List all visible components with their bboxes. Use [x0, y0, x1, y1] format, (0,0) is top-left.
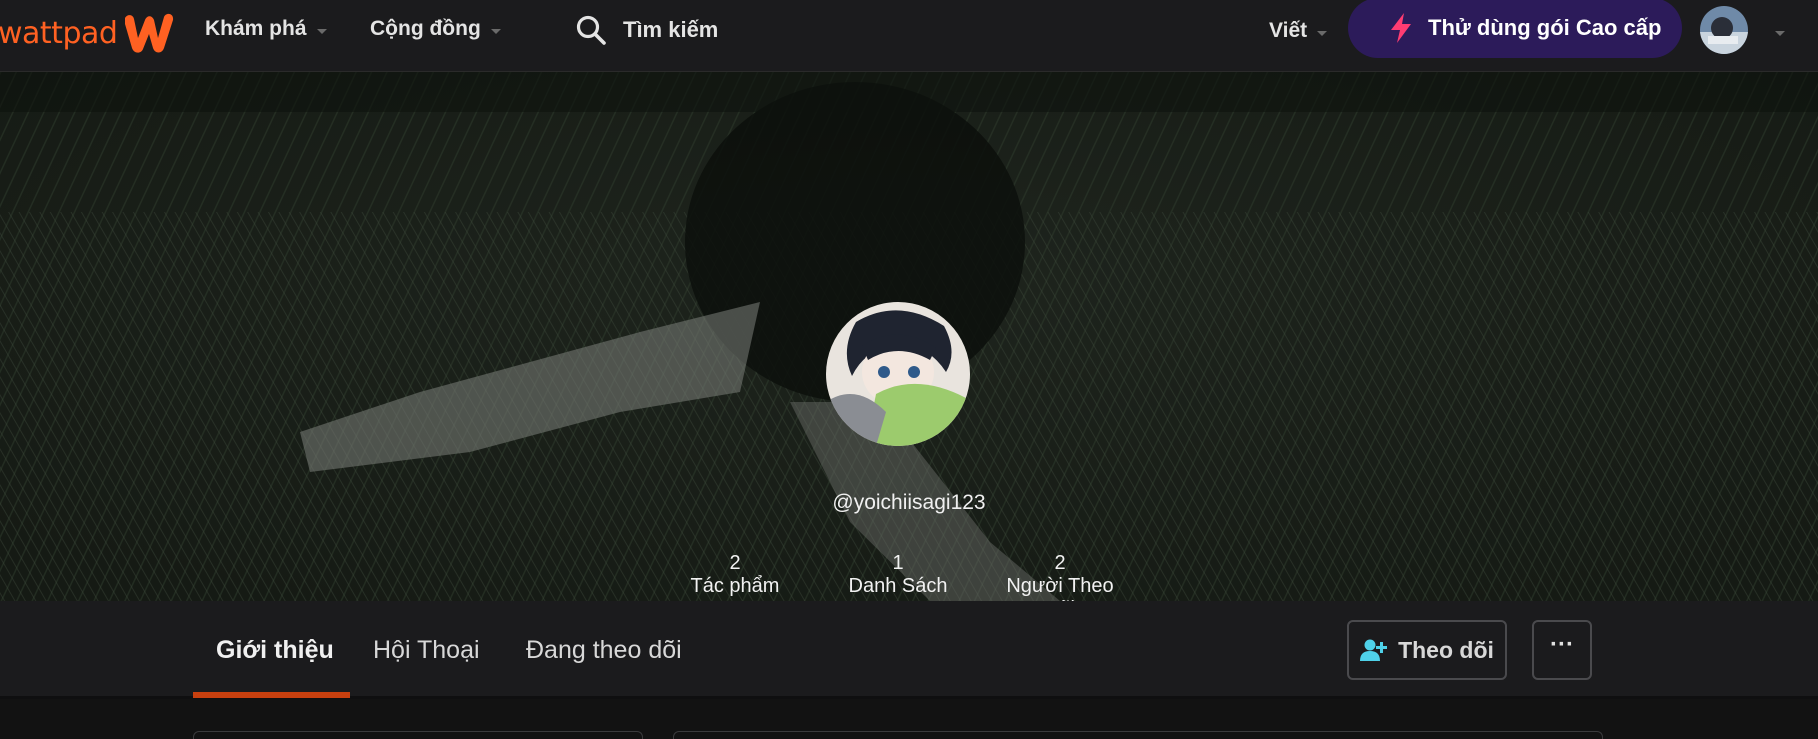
profile-tab-bar: Giới thiệu Hội Thoại Đang theo dõi Theo …: [0, 601, 1818, 699]
stat-label: Tác phẩm: [690, 575, 780, 597]
lightning-icon: [1391, 13, 1411, 43]
top-navigation: wattpad Khám phá Cộng đồng Tìm kiếm Viết…: [0, 0, 1818, 72]
user-avatar[interactable]: [1700, 6, 1748, 54]
wattpad-w-icon: [125, 13, 174, 53]
nav-community-label: Cộng đồng: [370, 17, 481, 40]
stat-value: 2: [1054, 552, 1066, 574]
chevron-down-icon[interactable]: [1775, 31, 1785, 36]
add-user-icon: [1360, 639, 1388, 661]
wattpad-logo[interactable]: wattpad: [0, 8, 181, 58]
nav-explore[interactable]: Khám phá: [205, 0, 327, 58]
follow-button[interactable]: Theo dõi: [1347, 620, 1507, 680]
tab-following[interactable]: Đang theo dõi: [526, 601, 682, 699]
logo-wordmark: wattpad: [0, 15, 118, 51]
nav-write[interactable]: Viết: [1269, 2, 1328, 60]
ellipsis-icon: ···: [1550, 631, 1574, 658]
stat-label: Danh Sách Đọc: [848, 575, 948, 601]
search-bar[interactable]: Tìm kiếm: [575, 10, 718, 50]
chevron-down-icon: [490, 28, 501, 34]
stat-value: 2: [729, 552, 741, 574]
chevron-down-icon: [316, 28, 327, 34]
chevron-down-icon: [1317, 30, 1328, 36]
profile-banner: @yoichiisagi123 2 Tác phẩm 1 Danh Sách Đ…: [0, 72, 1818, 601]
profile-avatar: [826, 302, 970, 446]
more-options-button[interactable]: ···: [1532, 620, 1592, 680]
search-icon: [576, 15, 606, 45]
tab-about[interactable]: Giới thiệu: [216, 601, 334, 699]
active-tab-indicator: [193, 692, 350, 698]
tab-conversations[interactable]: Hội Thoại: [373, 601, 480, 699]
premium-label: Thử dùng gói Cao cấp: [1428, 15, 1662, 40]
profile-username: @yoichiisagi123: [832, 491, 986, 514]
nav-write-label: Viết: [1269, 19, 1308, 42]
search-placeholder: Tìm kiếm: [623, 17, 719, 42]
stat-followers[interactable]: 2 Người Theo Dõi: [1000, 552, 1120, 601]
about-card: [193, 731, 643, 739]
nav-explore-label: Khám phá: [205, 17, 307, 40]
profile-avatar-image: [826, 302, 970, 446]
stat-reading-lists[interactable]: 1 Danh Sách Đọc: [838, 552, 958, 601]
stat-label: Người Theo Dõi: [1006, 575, 1114, 601]
follow-label: Theo dõi: [1398, 636, 1494, 663]
stat-value: 1: [892, 552, 904, 574]
content-card: [673, 731, 1603, 739]
stat-works[interactable]: 2 Tác phẩm: [675, 552, 795, 598]
try-premium-button[interactable]: Thử dùng gói Cao cấp: [1348, 0, 1682, 58]
nav-community[interactable]: Cộng đồng: [370, 0, 501, 58]
avatar-image: [1700, 6, 1748, 54]
